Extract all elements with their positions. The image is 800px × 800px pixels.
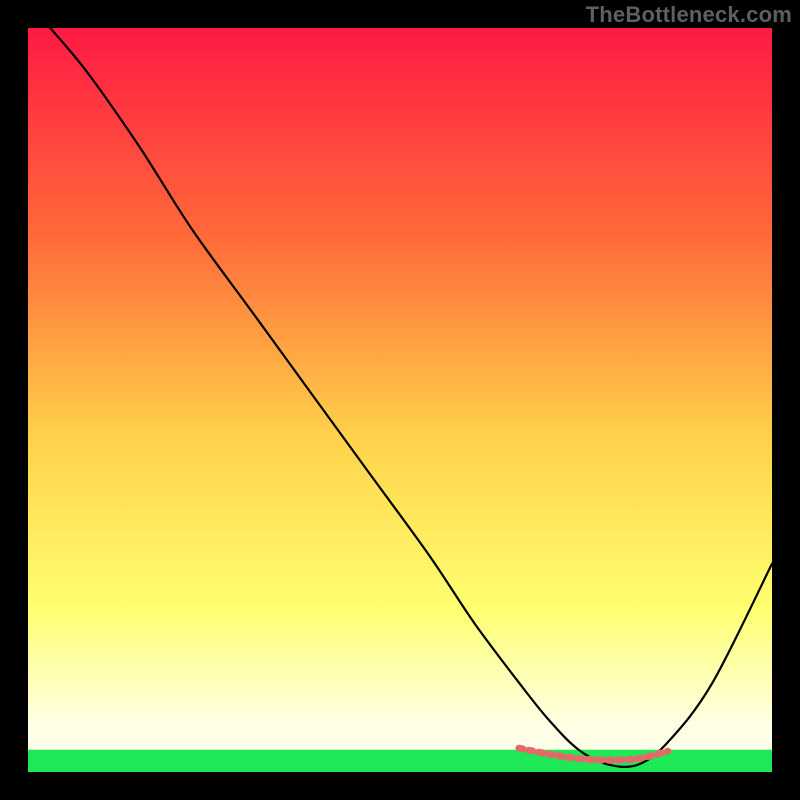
bottleneck-chart bbox=[28, 28, 772, 772]
chart-frame: TheBottleneck.com bbox=[0, 0, 800, 800]
plot-area bbox=[28, 28, 772, 772]
gradient-background bbox=[28, 28, 772, 772]
watermark-text: TheBottleneck.com bbox=[586, 2, 792, 28]
